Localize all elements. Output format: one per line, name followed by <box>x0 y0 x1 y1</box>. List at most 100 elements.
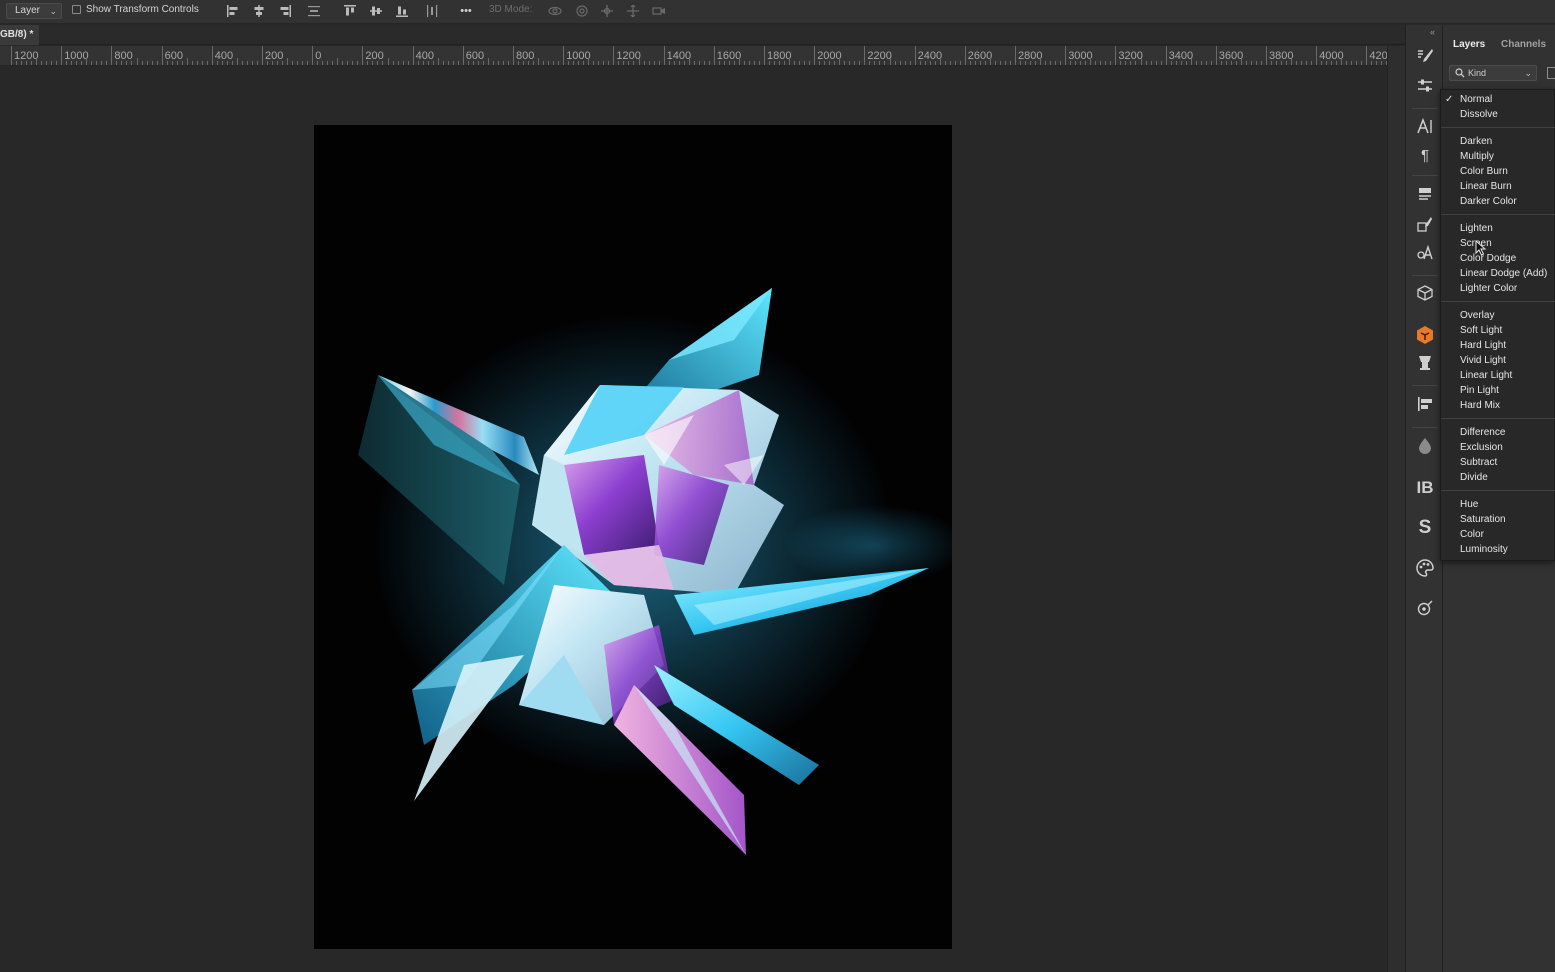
droplet-icon[interactable] <box>1414 436 1436 458</box>
ruler-minor-tick <box>297 61 299 65</box>
blend-mode-option[interactable]: Color Dodge <box>1460 253 1516 265</box>
ruler-minor-tick <box>839 58 841 65</box>
show-transform-checkbox[interactable] <box>72 5 81 14</box>
canvas-area[interactable] <box>0 67 1387 972</box>
orbit-3d-icon[interactable] <box>546 2 564 20</box>
blend-mode-option[interactable]: Linear Light <box>1460 370 1512 382</box>
blend-mode-menu: ✓ Normal Dissolve Darken Multiply Color Burn L… <box>1440 89 1555 561</box>
blend-mode-option[interactable]: Normal <box>1460 94 1492 106</box>
blend-mode-option[interactable]: Hard Light <box>1460 340 1506 352</box>
more-options-icon[interactable]: ••• <box>457 2 475 20</box>
clone-source-icon[interactable] <box>1414 353 1436 375</box>
align-vertical-centers-icon[interactable] <box>367 2 385 20</box>
blend-mode-option[interactable]: Multiply <box>1460 151 1494 163</box>
ib-plugin-icon[interactable]: IB <box>1414 477 1436 499</box>
align-left-edges-icon[interactable] <box>224 2 242 20</box>
ruler-minor-tick <box>618 61 620 65</box>
distribute-vertical-icon[interactable] <box>305 2 323 20</box>
blend-mode-option[interactable]: Exclusion <box>1460 442 1503 454</box>
ruler-minor-tick <box>1195 61 1197 65</box>
align-top-edges-icon[interactable] <box>341 2 359 20</box>
ruler-minor-tick <box>698 61 700 65</box>
blend-mode-option[interactable]: Pin Light <box>1460 385 1499 397</box>
align-right-edges-icon[interactable] <box>276 2 294 20</box>
auto-select-target-dropdown[interactable]: Layer ⌄ <box>6 3 62 19</box>
brush-settings-icon[interactable] <box>1414 47 1436 69</box>
s-plugin-icon[interactable]: S <box>1414 517 1436 539</box>
blend-mode-option[interactable]: Color <box>1460 529 1484 541</box>
brush-preset-icon[interactable] <box>1414 215 1436 237</box>
align-horizontal-centers-icon[interactable] <box>250 2 268 20</box>
blend-mode-option[interactable]: Divide <box>1460 472 1488 484</box>
3d-cube-icon[interactable] <box>1414 284 1436 306</box>
character-styles-icon[interactable] <box>1414 243 1436 265</box>
blend-mode-option[interactable]: Difference <box>1460 427 1505 439</box>
ruler-minor-tick <box>282 61 284 65</box>
roll-3d-icon[interactable] <box>573 2 591 20</box>
blend-mode-option[interactable]: Color Burn <box>1460 166 1508 178</box>
scale-3d-icon[interactable] <box>650 2 668 20</box>
orange-plugin-icon[interactable] <box>1414 325 1436 347</box>
glyphs-icon[interactable] <box>1414 185 1436 207</box>
ruler-minor-tick <box>909 61 911 65</box>
ruler-minor-tick <box>1020 61 1022 65</box>
blend-mode-option[interactable]: Linear Burn <box>1460 181 1512 193</box>
filter-toggle-icon[interactable] <box>1547 67 1555 79</box>
artboard[interactable] <box>314 125 952 949</box>
ruler-minor-tick <box>889 58 891 65</box>
tab-layers[interactable]: Layers <box>1453 39 1485 50</box>
ruler-minor-tick <box>593 61 595 65</box>
ruler-minor-tick <box>502 61 504 65</box>
ruler-minor-tick <box>869 61 871 65</box>
ruler-minor-tick <box>954 61 956 65</box>
blend-mode-option[interactable]: Darker Color <box>1460 196 1517 208</box>
ruler-major-tick <box>864 46 866 65</box>
distribute-horizontal-icon[interactable] <box>423 2 441 20</box>
blend-mode-option[interactable]: Soft Light <box>1460 325 1502 337</box>
slide-3d-icon[interactable] <box>624 2 642 20</box>
align-icon[interactable] <box>1414 395 1436 417</box>
ruler-minor-tick <box>477 61 479 65</box>
blend-mode-option[interactable]: Vivid Light <box>1460 355 1506 367</box>
blend-mode-option[interactable]: Lighter Color <box>1460 283 1517 295</box>
character-icon[interactable] <box>1414 117 1436 139</box>
ruler-minor-tick <box>116 61 118 65</box>
ruler-minor-tick <box>588 58 590 65</box>
paragraph-icon[interactable]: ¶ <box>1414 145 1436 167</box>
ruler-minor-tick <box>357 61 359 65</box>
align-bottom-edges-icon[interactable] <box>393 2 411 20</box>
blend-mode-option[interactable]: Hard Mix <box>1460 400 1500 412</box>
ruler-minor-tick <box>1190 58 1192 65</box>
ruler-minor-tick <box>533 61 535 65</box>
blend-mode-option[interactable]: Darken <box>1460 136 1492 148</box>
blend-mode-option[interactable]: Overlay <box>1460 310 1494 322</box>
ruler-minor-tick <box>1311 61 1313 65</box>
navigator-icon[interactable] <box>1414 600 1436 622</box>
ruler-minor-tick <box>51 61 53 65</box>
ruler-major-tick <box>11 46 12 65</box>
ruler-minor-tick <box>46 61 48 65</box>
blend-mode-option[interactable]: Saturation <box>1460 514 1506 526</box>
ruler-minor-tick <box>1376 61 1378 65</box>
ruler-minor-tick <box>437 58 439 65</box>
adjustments-icon[interactable] <box>1414 77 1436 99</box>
blend-mode-option[interactable]: Subtract <box>1460 457 1497 469</box>
pan-3d-icon[interactable] <box>598 2 616 20</box>
blend-mode-option[interactable]: Lighten <box>1460 223 1493 235</box>
horizontal-ruler[interactable]: 1200 1000 800 600 400 200 0 200 400 600 800 1000 120… <box>0 46 1387 66</box>
tab-channels[interactable]: Channels <box>1501 39 1546 50</box>
vertical-scroll-strip[interactable] <box>1387 46 1405 972</box>
blend-mode-option[interactable]: Dissolve <box>1460 109 1498 121</box>
ruler-major-tick <box>513 46 514 65</box>
blend-mode-option[interactable]: Linear Dodge (Add) <box>1460 268 1547 280</box>
collapse-panels-icon[interactable]: « <box>1430 27 1435 37</box>
ruler-minor-tick <box>673 61 675 65</box>
ruler-minor-tick <box>784 61 786 65</box>
document-tab[interactable]: GB/8) * <box>0 25 40 45</box>
blend-mode-option[interactable]: Luminosity <box>1460 544 1508 556</box>
layer-kind-filter-dropdown[interactable]: Kind ⌄ <box>1449 65 1537 81</box>
ruler-minor-tick <box>1301 61 1303 65</box>
ruler-minor-tick <box>332 61 334 65</box>
palette-icon[interactable] <box>1414 558 1436 580</box>
blend-mode-option[interactable]: Hue <box>1460 499 1478 511</box>
